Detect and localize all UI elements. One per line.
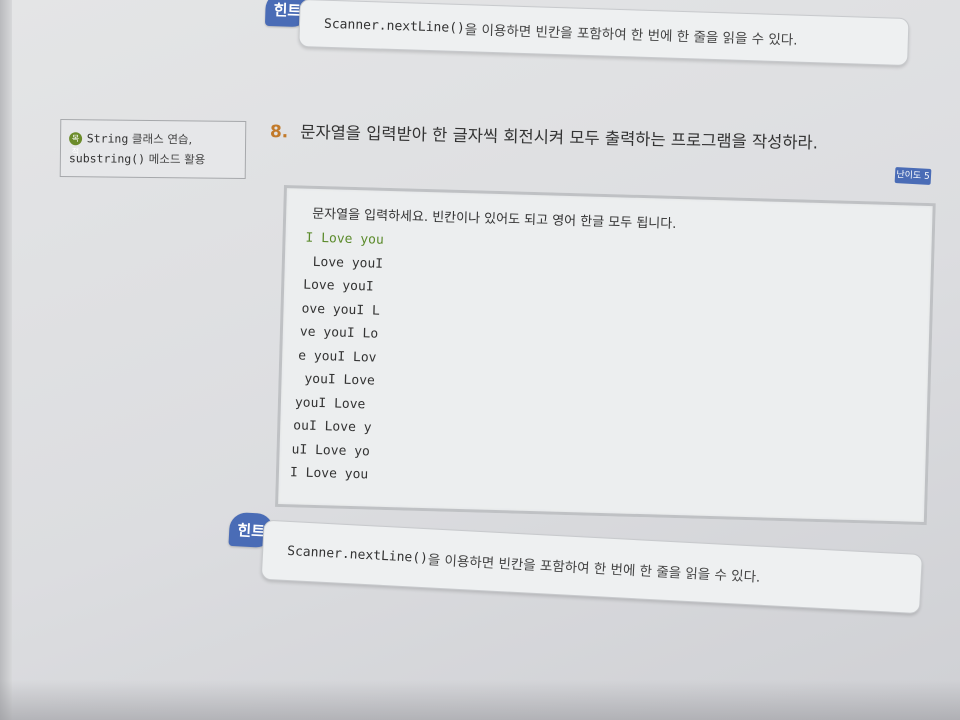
output-line: Love youI bbox=[303, 277, 374, 295]
objective-note: 목적 String 클래스 연습, substring() 메소드 활용 bbox=[59, 119, 247, 179]
page-bottom-shadow bbox=[0, 680, 960, 720]
hint-bottom-box: Scanner.nextLine() 을 이용하면 빈칸을 포함하여 한 번에 … bbox=[260, 519, 923, 615]
output-lines: I Love you Love youI Love youI ove youI … bbox=[290, 227, 384, 488]
output-line: I Love you bbox=[289, 465, 369, 483]
objective-line1-text: 클래스 연습, bbox=[128, 131, 193, 147]
output-line: ove youI L bbox=[301, 301, 381, 319]
hint-top-code: Scanner.nextLine() bbox=[323, 16, 466, 36]
hint-bottom-code: Scanner.nextLine() bbox=[286, 543, 429, 566]
objective-badge-icon: 목적 bbox=[69, 132, 83, 156]
objective-line2-code: substring() bbox=[68, 151, 146, 166]
objective-line2-text: 메소드 활용 bbox=[144, 151, 206, 167]
exercise-question: 8. 문자열을 입력받아 한 글자씩 회전시켜 모두 출력하는 프로그램을 작성하… bbox=[270, 118, 930, 156]
hint-top: 힌트 Scanner.nextLine() 을 이용하면 빈칸을 포함하여 한 … bbox=[264, 0, 910, 67]
hint-top-box: Scanner.nextLine() 을 이용하면 빈칸을 포함하여 한 번에 … bbox=[298, 0, 910, 67]
hint-top-text: 을 이용하면 빈칸을 포함하여 한 번에 한 줄을 읽을 수 있다. bbox=[464, 22, 798, 49]
output-line: youI Love bbox=[294, 394, 366, 412]
objective-line1-code: String bbox=[86, 131, 129, 146]
output-example-box: 문자열을 입력하세요. 빈칸이나 있어도 되고 영어 한글 모두 됩니다. I … bbox=[275, 185, 936, 526]
hint-bottom: 힌트 Scanner.nextLine() 을 이용하면 빈칸을 포함하여 한 … bbox=[227, 511, 924, 615]
output-line: youI Love bbox=[296, 371, 376, 389]
question-text: 문자열을 입력받아 한 글자씩 회전시켜 모두 출력하는 프로그램을 작성하라. bbox=[300, 122, 819, 153]
output-line: uI Love yo bbox=[291, 441, 371, 459]
hint-bottom-text: 을 이용하면 빈칸을 포함하여 한 번에 한 줄을 읽을 수 있다. bbox=[427, 552, 761, 586]
question-number: 8. bbox=[269, 122, 289, 143]
page-spine-edge bbox=[0, 0, 12, 720]
output-line-input: I Love you bbox=[305, 230, 384, 248]
difficulty-badge: 난이도 5 bbox=[894, 167, 932, 185]
output-line: ouI Love y bbox=[293, 418, 372, 436]
output-line: ve youI Lo bbox=[299, 324, 379, 342]
output-line: e youI Lov bbox=[298, 347, 377, 366]
output-line: Love youI bbox=[304, 254, 384, 272]
